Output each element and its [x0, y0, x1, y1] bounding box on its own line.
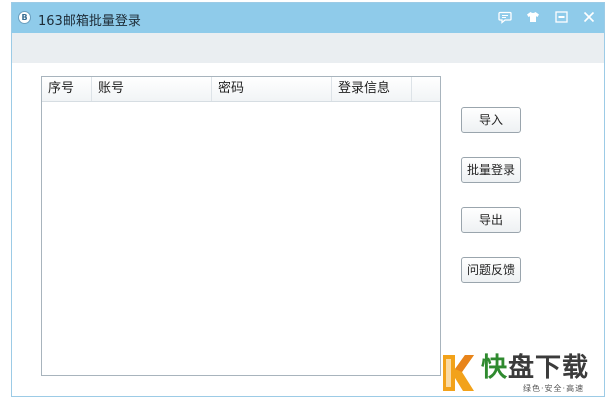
feedback-button[interactable]: 问题反馈 [461, 257, 521, 283]
watermark-k-icon [443, 355, 474, 391]
title-bar[interactable]: B 163邮箱批量登录 [12, 3, 604, 33]
column-header-password[interactable]: 密码 [212, 77, 332, 101]
minimize-icon[interactable] [552, 8, 570, 26]
export-button[interactable]: 导出 [461, 207, 521, 233]
column-header-index[interactable]: 序号 [42, 77, 92, 101]
watermark-tagline: 绿色·安全·高速 [523, 384, 585, 393]
watermark-brand-rest: 盘下载 [508, 353, 590, 383]
import-button[interactable]: 导入 [461, 107, 521, 133]
watermark-brand: 快盘下载 [481, 353, 589, 383]
tshirt-skin-icon[interactable] [524, 8, 542, 26]
window-title: 163邮箱批量登录 [38, 14, 141, 29]
close-icon[interactable] [580, 8, 598, 26]
toolbar-strip [12, 33, 604, 63]
app-logo-icon: B [18, 11, 31, 24]
table-header: 序号 账号 密码 登录信息 [42, 77, 440, 102]
watermark-brand-first: 快 [481, 353, 509, 383]
chat-bubble-icon[interactable] [496, 8, 514, 26]
table-body[interactable] [42, 102, 440, 375]
watermark-logo: 快盘下载 绿色·安全·高速 [441, 353, 611, 395]
column-header-login-info[interactable]: 登录信息 [332, 77, 412, 101]
app-window: B 163邮箱批量登录 序号 账号 密码 登录信息 导入 批量登录 导出 问题反… [11, 2, 605, 397]
accounts-table[interactable]: 序号 账号 密码 登录信息 [41, 76, 441, 376]
batch-login-button[interactable]: 批量登录 [461, 157, 521, 183]
column-header-account[interactable]: 账号 [92, 77, 212, 101]
titlebar-controls [496, 8, 598, 28]
